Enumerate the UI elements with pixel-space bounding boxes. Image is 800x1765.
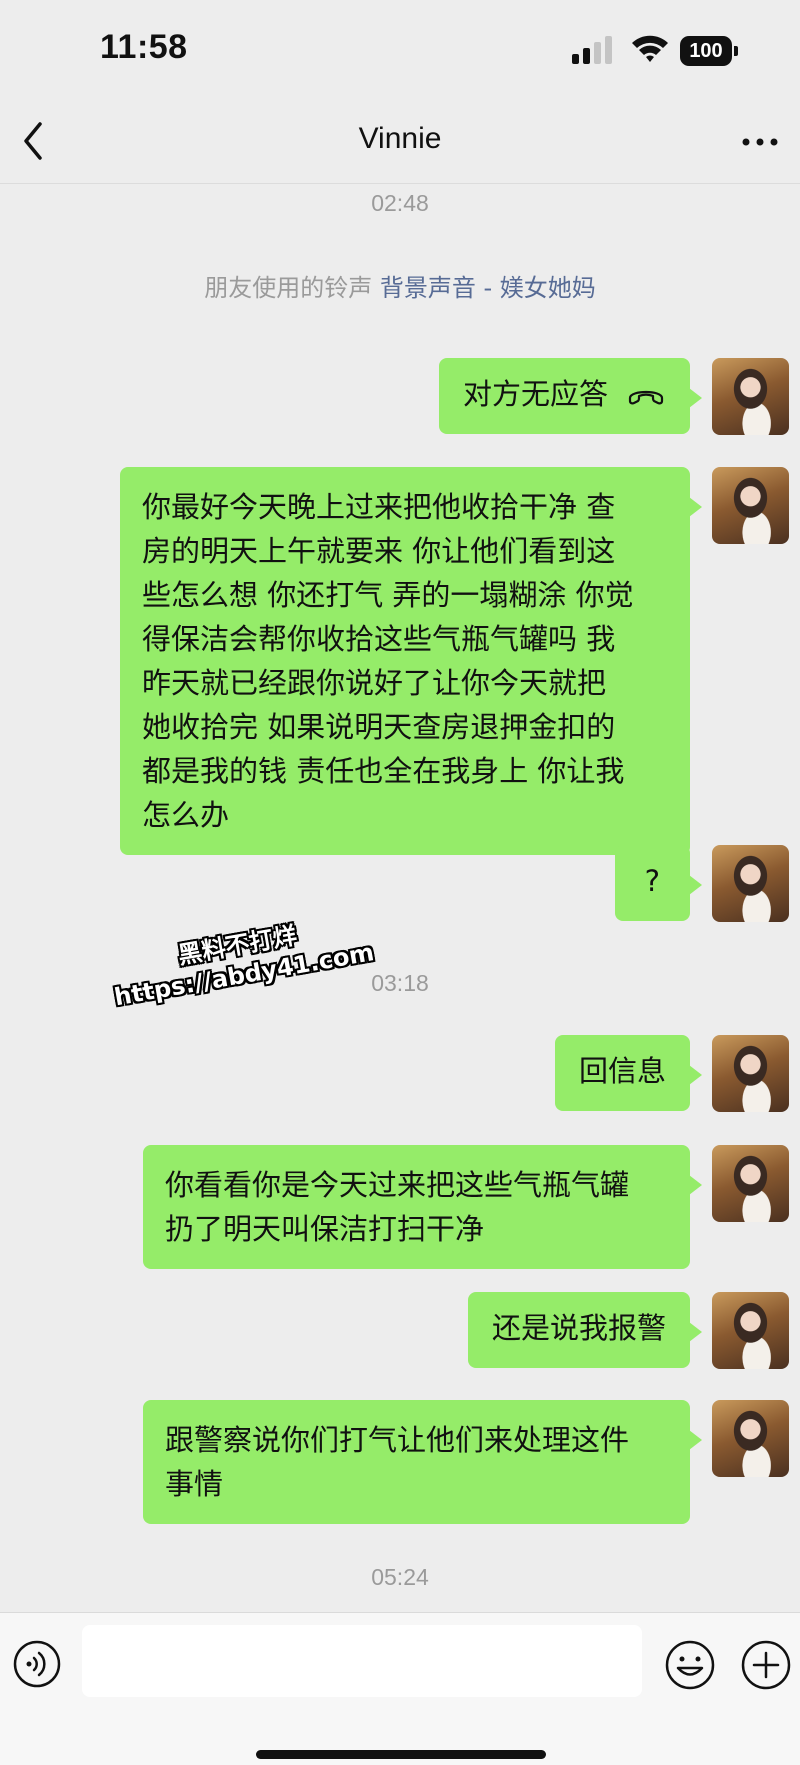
voice-icon[interactable]	[12, 1639, 62, 1689]
avatar[interactable]	[712, 1035, 789, 1112]
message-bubble[interactable]: 你最好今天晚上过来把他收拾干净 查 房的明天上午就要来 你让他们看到这 些怎么想…	[120, 467, 702, 855]
wifi-icon	[632, 35, 668, 62]
message-bubble[interactable]: 对方无应答	[438, 358, 703, 434]
emoji-icon[interactable]	[664, 1639, 716, 1691]
home-indicator	[256, 1750, 546, 1759]
avatar[interactable]	[712, 1292, 789, 1369]
message-text: 你看看你是今天过来把这些气瓶气罐 扔了明天叫保洁打扫干净	[165, 1168, 630, 1246]
message-text: 你最好今天晚上过来把他收拾干净 查 房的明天上午就要来 你让他们看到这 些怎么想…	[142, 490, 634, 832]
message-bubble[interactable]: 回信息	[554, 1035, 703, 1111]
message-text: ?	[644, 864, 660, 898]
more-icon[interactable]	[740, 122, 780, 162]
avatar[interactable]	[712, 467, 789, 544]
input-bar	[0, 1612, 800, 1765]
message-input[interactable]	[82, 1625, 642, 1697]
message-text: 还是说我报警	[491, 1311, 666, 1345]
battery-level: 100	[680, 36, 732, 66]
status-bar: 11:58 100	[0, 0, 800, 100]
message-bubble[interactable]: ?	[614, 845, 703, 921]
chat-title: Vinnie	[358, 122, 442, 155]
phone-hangup-icon	[628, 390, 664, 405]
message-text: 回信息	[578, 1054, 666, 1088]
avatar[interactable]	[712, 358, 789, 435]
avatar[interactable]	[712, 1400, 789, 1477]
avatar[interactable]	[712, 845, 789, 922]
avatar[interactable]	[712, 1145, 789, 1222]
message-bubble[interactable]: 你看看你是今天过来把这些气瓶气罐 扔了明天叫保洁打扫干净	[143, 1145, 702, 1269]
timestamp: 05:24	[371, 1564, 429, 1590]
cellular-signal-icon	[572, 36, 612, 64]
message-bubble[interactable]: 还是说我报警	[467, 1292, 703, 1368]
message-bubble[interactable]: 跟警察说你们打气让他们来处理这件 事情	[143, 1400, 702, 1524]
message-text: 对方无应答	[462, 377, 608, 411]
timestamp: 02:48	[371, 190, 429, 216]
battery-icon: 100	[680, 36, 740, 66]
system-message-text: 朋友使用的铃声	[204, 274, 373, 302]
plus-icon[interactable]	[740, 1639, 792, 1691]
chat-header: Vinnie	[0, 100, 800, 184]
status-time: 11:58	[100, 28, 188, 66]
ringtone-link[interactable]: 背景声音 - 媄女她妈	[380, 274, 596, 302]
system-message: 朋友使用的铃声 背景声音 - 媄女她妈	[0, 268, 800, 303]
message-text: 跟警察说你们打气让他们来处理这件 事情	[165, 1423, 630, 1501]
